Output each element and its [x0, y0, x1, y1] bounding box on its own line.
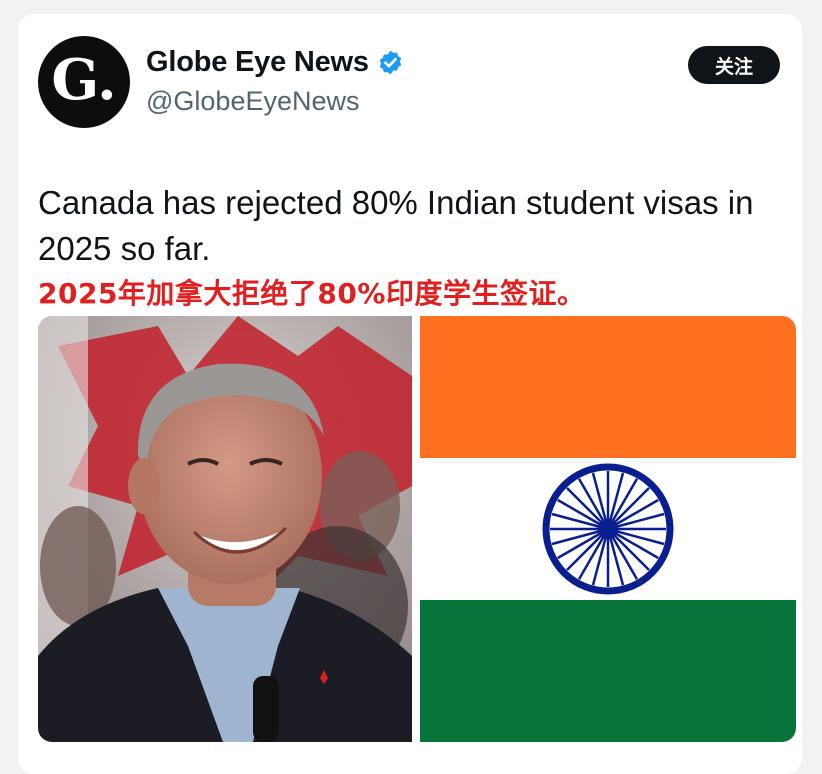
avatar[interactable]: G.: [38, 36, 130, 128]
name-row: Globe Eye News: [146, 44, 404, 80]
india-flag-icon: [420, 316, 796, 742]
portrait-photo[interactable]: [38, 316, 412, 742]
avatar-logo: G.: [51, 47, 117, 113]
account-handle[interactable]: @GlobeEyeNews: [146, 86, 360, 117]
translated-caption: 2025年加拿大拒绝了80%印度学生签证。: [38, 277, 586, 310]
display-name[interactable]: Globe Eye News: [146, 46, 369, 79]
follow-button[interactable]: 关注: [688, 46, 780, 84]
portrait-photo-image: [38, 316, 412, 742]
tweet-text: Canada has rejected 80% Indian student v…: [38, 184, 754, 267]
india-flag-image[interactable]: [420, 316, 796, 742]
tweet-card: G. Globe Eye News @GlobeEyeNews 关注 Canad…: [18, 14, 802, 774]
verified-badge-icon: [379, 50, 402, 74]
